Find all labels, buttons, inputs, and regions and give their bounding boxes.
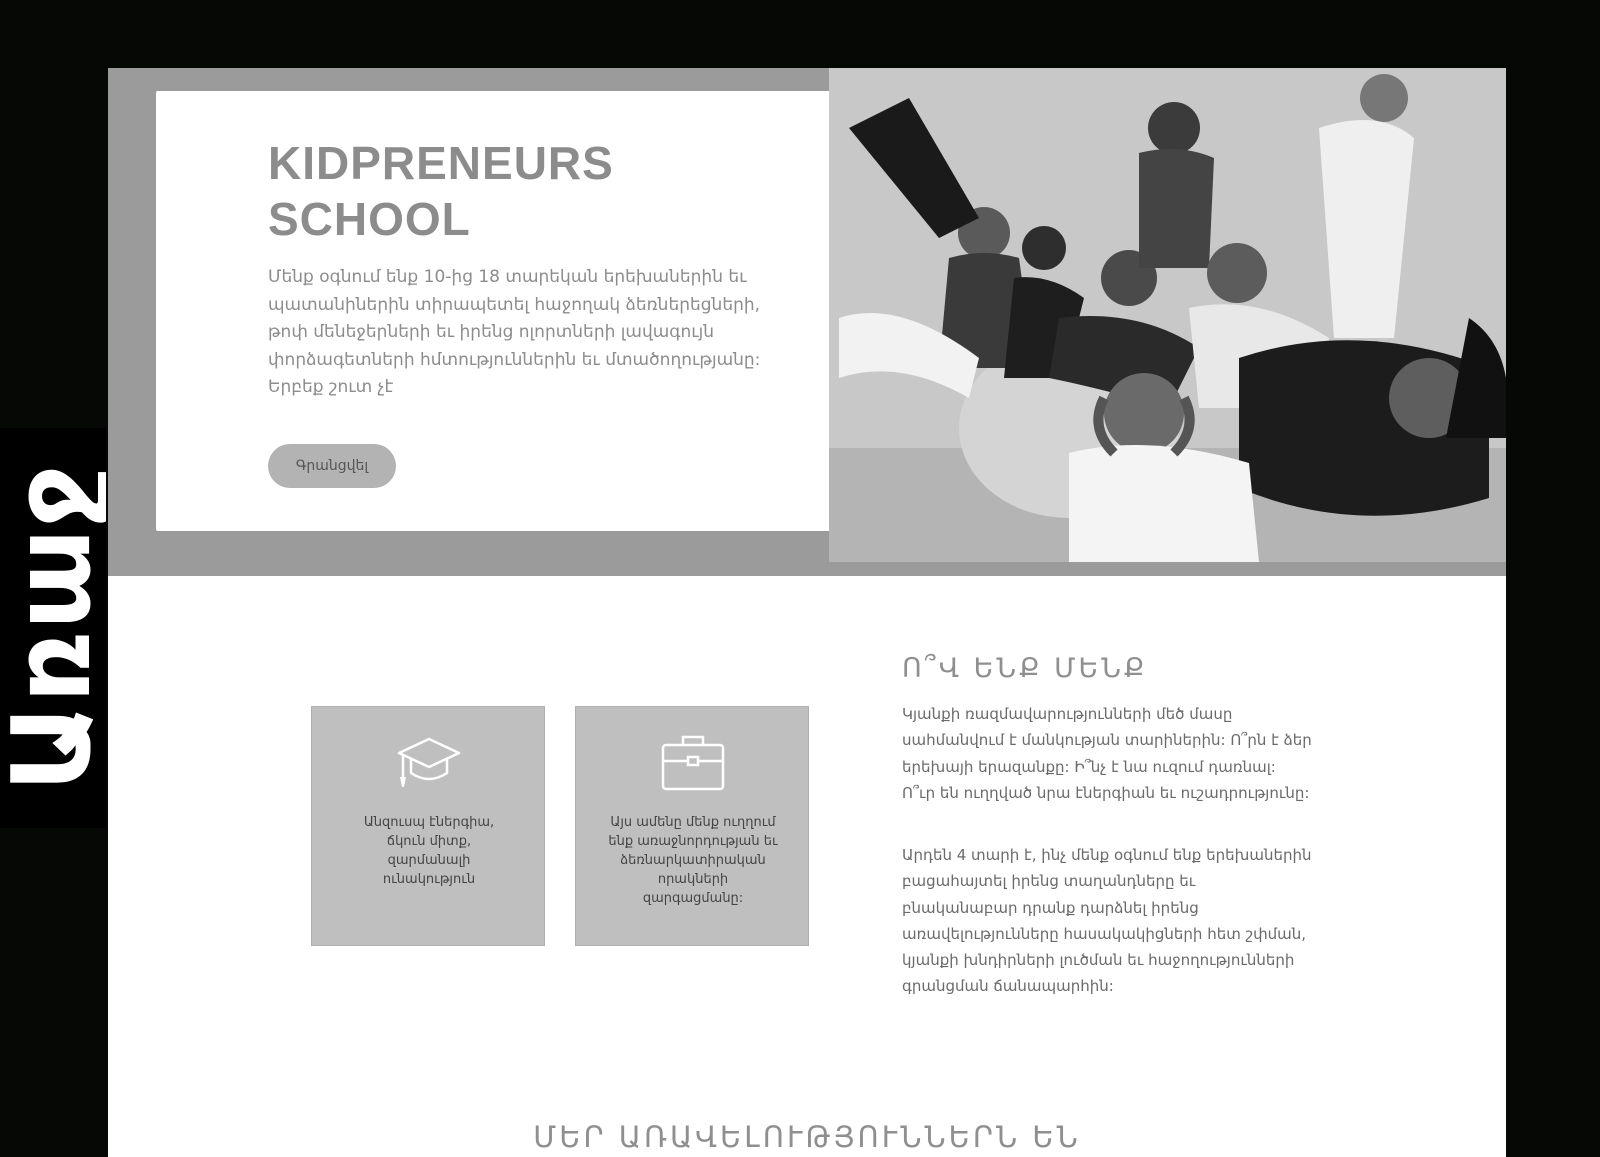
- hero-title-line2: SCHOOL: [268, 193, 471, 245]
- group-photo-kids: [829, 68, 1506, 562]
- hero-card: KIDPRENEURS SCHOOL Մենք օգնում ենք 10-ից…: [156, 91, 836, 531]
- feature-text: Անզուսպ էներգիա, ճկուն միտք, զարմանալի ո…: [363, 815, 495, 887]
- hero-section: KIDPRENEURS SCHOOL Մենք օգնում ենք 10-ից…: [108, 68, 1506, 576]
- about-title: Ո՞Վ ԵՆՔ ՄԵՆՔ: [902, 653, 1148, 684]
- hero-title-line1: KIDPRENEURS: [268, 137, 614, 189]
- hero-title: KIDPRENEURS SCHOOL: [268, 135, 748, 247]
- feature-card-leadership: Այս ամենը մենք ուղղում ենք առաջնորդությա…: [575, 706, 809, 946]
- briefcase-icon: [661, 735, 725, 791]
- side-tab-label: Առաջ: [0, 464, 106, 792]
- feature-card-energy: Անզուսպ էներգիա, ճկուն միտք, զարմանալի ո…: [311, 706, 545, 946]
- advantages-title: ՄԵՐ ԱՌԱՎԵԼՈՒԹՅՈՒՆՆԵՐՆ ԵՆ: [533, 1120, 1081, 1154]
- register-button[interactable]: Գրանցվել: [268, 444, 396, 488]
- side-tab[interactable]: Առաջ: [0, 428, 106, 828]
- feature-text: Այս ամենը մենք ուղղում ենք առաջնորդությա…: [608, 815, 778, 906]
- about-paragraph: Կյանքի ռազմավարությունների մեծ մասը սահմ…: [902, 705, 1312, 802]
- about-paragraph: Արդեն 4 տարի է, ինչ մենք օգնում ենք երեխ…: [902, 846, 1312, 996]
- graduation-cap-icon: [397, 737, 461, 787]
- hero-description: Մենք օգնում ենք 10-ից 18 տարեկան երեխանե…: [268, 267, 761, 397]
- hero-group-photo: [829, 68, 1506, 562]
- landing-page: KIDPRENEURS SCHOOL Մենք օգնում ենք 10-ից…: [108, 68, 1506, 1157]
